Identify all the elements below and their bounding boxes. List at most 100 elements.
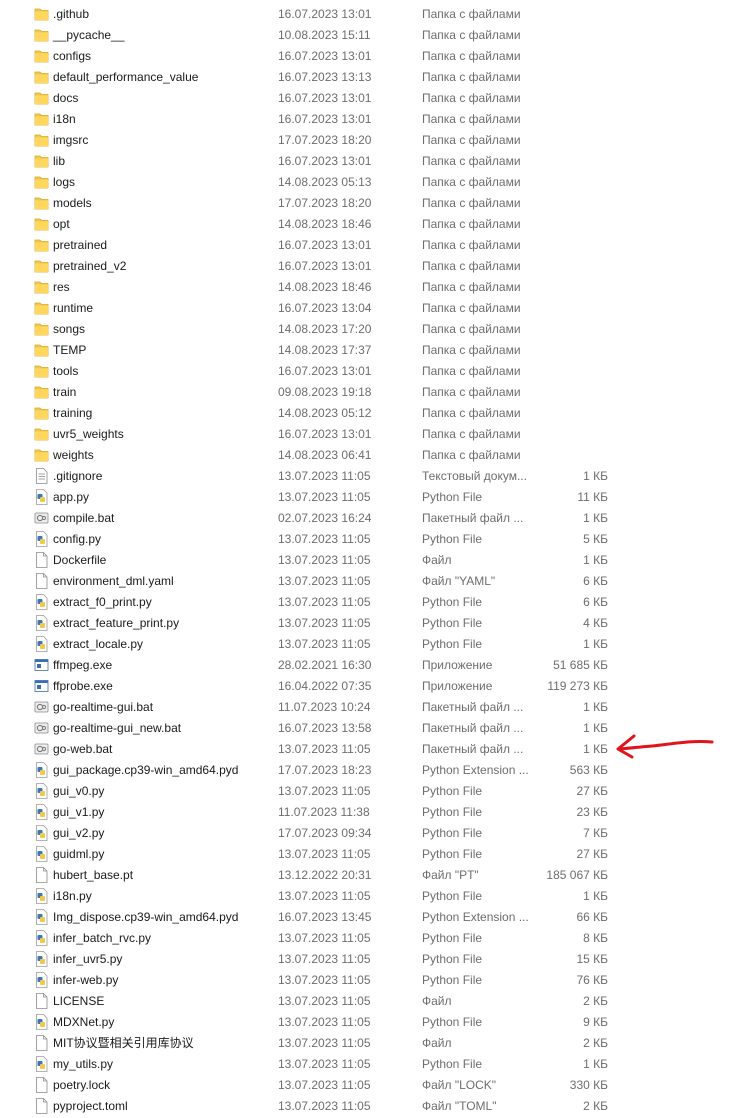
file-name: gui_v2.py <box>53 826 105 840</box>
folder-row[interactable]: pretrained_v2 16.07.2023 13:01 Папка с фай… <box>0 256 745 277</box>
folder-row[interactable]: __pycache__ 10.08.2023 15:11 Папка с файла… <box>0 25 745 46</box>
file-row[interactable]: MIT协议暨相关引用库协议 13.07.2023 11:05 Файл 2 КБ <box>0 1033 745 1054</box>
file-name: ffprobe.exe <box>53 679 113 693</box>
folder-row[interactable]: pretrained 16.07.2023 13:01 Папка с файлам… <box>0 235 745 256</box>
file-type: Папка с файлами <box>422 154 521 168</box>
modified-date: 16.07.2023 13:01 <box>278 259 372 273</box>
file-name: go-realtime-gui.bat <box>53 700 154 714</box>
file-row[interactable]: go-realtime-gui.bat 11.07.2023 10:24 Пакет… <box>0 697 745 718</box>
file-type: Папка с файлами <box>422 49 521 63</box>
folder-icon <box>34 237 49 253</box>
file-name: configs <box>53 49 92 63</box>
file-size: 11 КБ <box>577 490 608 504</box>
modified-date: 13.07.2023 11:05 <box>278 574 371 588</box>
file-type: Python File <box>422 1057 483 1071</box>
file-row[interactable]: environment_dml.yaml 13.07.2023 11:05 Файл… <box>0 571 745 592</box>
file-row[interactable]: ffmpeg.exe 28.02.2021 16:30 Приложение 51 6… <box>0 655 745 676</box>
folder-row[interactable]: opt 14.08.2023 18:46 Папка с файлами <box>0 214 745 235</box>
file-row[interactable]: .gitignore 13.07.2023 11:05 Текстовый доку… <box>0 466 745 487</box>
folder-row[interactable]: imgsrc 17.07.2023 18:20 Папка с файлами <box>0 130 745 151</box>
file-row[interactable]: pyproject.toml 13.07.2023 11:05 Файл "TOML… <box>0 1096 745 1117</box>
file-row[interactable]: infer-web.py 13.07.2023 11:05 Python File 7… <box>0 970 745 991</box>
file-type: Python File <box>422 1015 483 1029</box>
folder-row[interactable]: train 09.08.2023 19:18 Папка с файлами <box>0 382 745 403</box>
blank-file-icon <box>34 552 49 568</box>
modified-date: 17.07.2023 18:23 <box>278 763 372 777</box>
folder-row[interactable]: lib 16.07.2023 13:01 Папка с файлами <box>0 151 745 172</box>
file-row[interactable]: extract_locale.py 13.07.2023 11:05 Python … <box>0 634 745 655</box>
modified-date: 13.07.2023 11:05 <box>278 1015 371 1029</box>
modified-date: 11.07.2023 11:38 <box>278 805 370 819</box>
file-name: environment_dml.yaml <box>53 574 174 588</box>
modified-date: 14.08.2023 17:37 <box>278 343 372 357</box>
file-row[interactable]: Dockerfile 13.07.2023 11:05 Файл 1 КБ <box>0 550 745 571</box>
file-row[interactable]: extract_feature_print.py 13.07.2023 11:05… <box>0 613 745 634</box>
file-name: train <box>53 385 77 399</box>
file-row[interactable]: config.py 13.07.2023 11:05 Python File 5 КБ <box>0 529 745 550</box>
file-type: Python File <box>422 595 483 609</box>
file-row[interactable]: i18n.py 13.07.2023 11:05 Python File 1 КБ <box>0 886 745 907</box>
file-name: gui_package.cp39-win_amd64.pyd <box>53 763 239 777</box>
folder-icon <box>34 111 49 127</box>
file-row[interactable]: extract_f0_print.py 13.07.2023 11:05 Pytho… <box>0 592 745 613</box>
file-row[interactable]: gui_package.cp39-win_amd64.pyd 17.07.2023… <box>0 760 745 781</box>
file-type: Python File <box>422 637 483 651</box>
file-row[interactable]: infer_uvr5.py 13.07.2023 11:05 Python File… <box>0 949 745 970</box>
folder-row[interactable]: .github 16.07.2023 13:01 Папка с файлами <box>0 4 745 25</box>
file-row[interactable]: guidml.py 13.07.2023 11:05 Python File 27 К… <box>0 844 745 865</box>
file-name: Img_dispose.cp39-win_amd64.pyd <box>53 910 239 924</box>
file-row[interactable]: compile.bat 02.07.2023 16:24 Пакетный файл… <box>0 508 745 529</box>
file-row[interactable]: gui_v1.py 11.07.2023 11:38 Python File 23 К… <box>0 802 745 823</box>
file-size: 51 685 КБ <box>553 658 608 672</box>
folder-icon <box>34 447 49 463</box>
folder-row[interactable]: logs 14.08.2023 05:13 Папка с файлами <box>0 172 745 193</box>
file-row[interactable]: MDXNet.py 13.07.2023 11:05 Python File 9 КБ <box>0 1012 745 1033</box>
file-row[interactable]: gui_v0.py 13.07.2023 11:05 Python File 27 К… <box>0 781 745 802</box>
folder-row[interactable]: res 14.08.2023 18:46 Папка с файлами <box>0 277 745 298</box>
folder-row[interactable]: tools 16.07.2023 13:01 Папка с файлами <box>0 361 745 382</box>
file-row[interactable]: poetry.lock 13.07.2023 11:05 Файл "LOCK" 33… <box>0 1075 745 1096</box>
folder-row[interactable]: songs 14.08.2023 17:20 Папка с файлами <box>0 319 745 340</box>
file-name: tools <box>53 364 79 378</box>
file-row[interactable]: app.py 13.07.2023 11:05 Python File 11 КБ <box>0 487 745 508</box>
file-row[interactable]: infer_batch_rvc.py 13.07.2023 11:05 Python… <box>0 928 745 949</box>
file-size: 1 КБ <box>583 700 608 714</box>
file-size: 2 КБ <box>583 1099 608 1113</box>
file-name: poetry.lock <box>53 1078 111 1092</box>
folder-row[interactable]: runtime 16.07.2023 13:04 Папка с файлами <box>0 298 745 319</box>
folder-row[interactable]: training 14.08.2023 05:12 Папка с файлами <box>0 403 745 424</box>
folder-row[interactable]: weights 14.08.2023 06:41 Папка с файлами <box>0 445 745 466</box>
modified-date: 28.02.2021 16:30 <box>278 658 372 672</box>
modified-date: 16.07.2023 13:13 <box>278 70 372 84</box>
file-type: Файл "LOCK" <box>422 1078 497 1092</box>
file-size: 76 КБ <box>576 973 608 987</box>
folder-row[interactable]: uvr5_weights 16.07.2023 13:01 Папка с файл… <box>0 424 745 445</box>
file-row[interactable]: hubert_base.pt 13.12.2022 20:31 Файл "PT" 1… <box>0 865 745 886</box>
folder-row[interactable]: models 17.07.2023 18:20 Папка с файлами <box>0 193 745 214</box>
folder-row[interactable]: TEMP 14.08.2023 17:37 Папка с файлами <box>0 340 745 361</box>
modified-date: 13.07.2023 11:05 <box>278 1099 371 1113</box>
folder-row[interactable]: configs 16.07.2023 13:01 Папка с файлами <box>0 46 745 67</box>
modified-date: 10.08.2023 15:11 <box>278 28 371 42</box>
modified-date: 16.07.2023 13:58 <box>278 721 372 735</box>
file-row[interactable]: ffprobe.exe 16.04.2022 07:35 Приложение 119… <box>0 676 745 697</box>
file-type: Папка с файлами <box>422 448 521 462</box>
folder-row[interactable]: docs 16.07.2023 13:01 Папка с файлами <box>0 88 745 109</box>
modified-date: 11.07.2023 10:24 <box>278 700 371 714</box>
file-name: go-web.bat <box>53 742 113 756</box>
file-row[interactable]: my_utils.py 13.07.2023 11:05 Python File 1 … <box>0 1054 745 1075</box>
folder-row[interactable]: default_performance_value 16.07.2023 13:1… <box>0 67 745 88</box>
python-file-icon <box>34 846 49 862</box>
file-type: Python Extension ... <box>422 763 529 777</box>
folder-icon <box>34 405 49 421</box>
file-name: default_performance_value <box>53 70 199 84</box>
file-type: Python File <box>422 973 483 987</box>
file-row[interactable]: LICENSE 13.07.2023 11:05 Файл 2 КБ <box>0 991 745 1012</box>
file-row[interactable]: Img_dispose.cp39-win_amd64.pyd 16.07.2023… <box>0 907 745 928</box>
modified-date: 13.07.2023 11:05 <box>278 1078 371 1092</box>
file-type: Приложение <box>422 679 493 693</box>
folder-icon <box>34 342 49 358</box>
file-row[interactable]: gui_v2.py 17.07.2023 09:34 Python File 7 КБ <box>0 823 745 844</box>
folder-row[interactable]: i18n 16.07.2023 13:01 Папка с файлами <box>0 109 745 130</box>
modified-date: 16.07.2023 13:01 <box>278 154 372 168</box>
